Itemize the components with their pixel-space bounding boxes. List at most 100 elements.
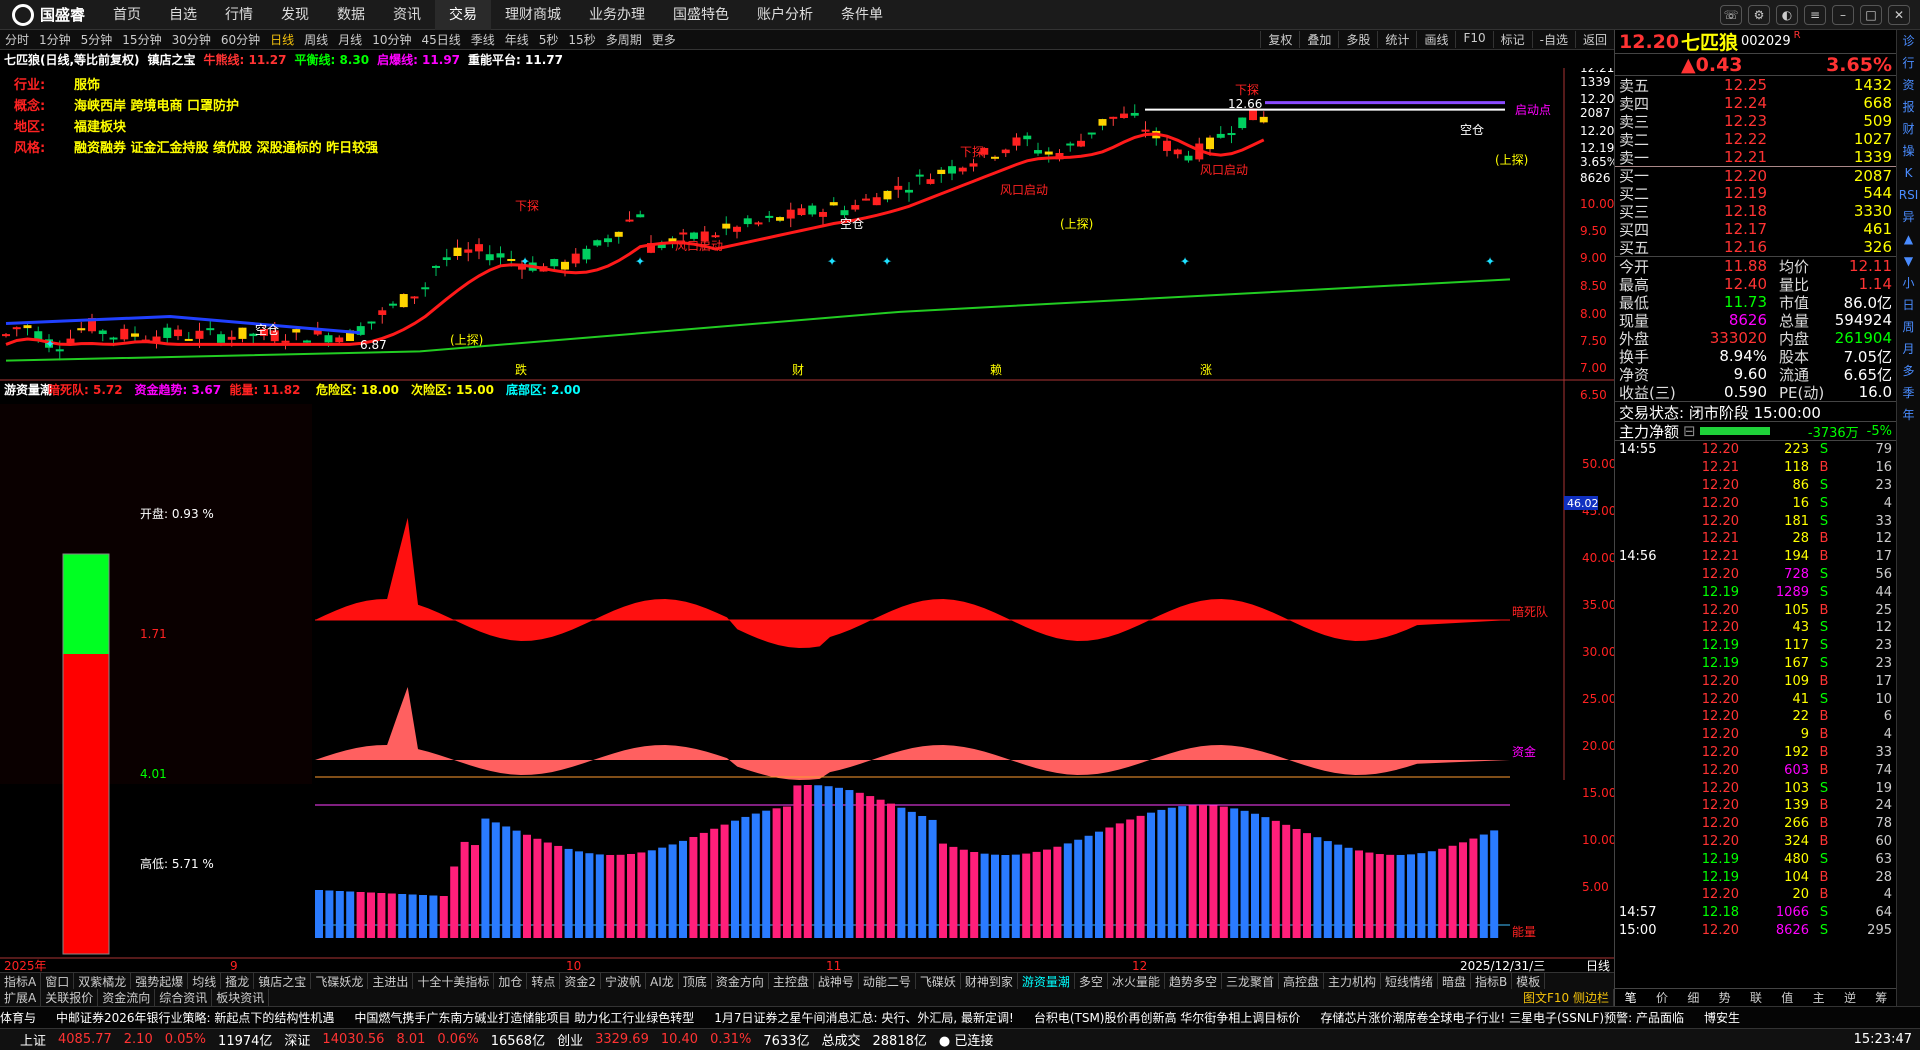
skin-icon[interactable]: ◐ xyxy=(1776,4,1798,25)
period-tab[interactable]: 多周期 xyxy=(601,31,647,48)
kline-chart[interactable]: 下探下探下探12.666.87 (上探)(上探)(上探)空仓空仓空仓风口启动风口启… xyxy=(0,68,1614,972)
quote-side-tab[interactable]: 主 xyxy=(1803,989,1834,1005)
indicator-tab[interactable]: 顶底 xyxy=(679,973,712,989)
quote-side-tab[interactable]: 值 xyxy=(1772,989,1803,1005)
indicator-tab[interactable]: 强势起爆 xyxy=(131,973,189,989)
period-tab[interactable]: 分时 xyxy=(0,31,34,48)
indicator-tab[interactable]: 转点 xyxy=(527,973,561,989)
chart-toolbar-button[interactable]: 多股 xyxy=(1338,31,1377,48)
indicator-tab[interactable]: 加仓 xyxy=(494,973,528,989)
quote-side-tab[interactable]: 逆 xyxy=(1834,989,1865,1005)
message-icon[interactable]: ☏ xyxy=(1720,4,1742,25)
minimize-icon[interactable]: – xyxy=(1832,4,1854,25)
sidebar-button[interactable]: ▲ xyxy=(1897,228,1920,250)
indicator-tab[interactable]: 资金方向 xyxy=(712,973,769,989)
extension-tab[interactable]: 关联报价 xyxy=(41,989,99,1006)
sz-index-label[interactable]: 深证 xyxy=(284,1030,310,1049)
indicator-tab[interactable]: 宁波帆 xyxy=(601,973,647,989)
sidebar-button[interactable]: 周 xyxy=(1897,316,1920,338)
indicator-tab[interactable]: 游资量潮 xyxy=(1018,973,1075,989)
sidebar-button[interactable]: 多 xyxy=(1897,360,1920,382)
nav-item[interactable]: 发现 xyxy=(267,0,323,30)
sidebar-button[interactable]: 季 xyxy=(1897,382,1920,404)
orderbook-row[interactable]: 买三 12.18 3330 xyxy=(1615,202,1896,221)
indicator-tab[interactable]: AI龙 xyxy=(646,973,679,989)
extension-tab[interactable]: 综合资讯 xyxy=(155,989,213,1006)
period-tab[interactable]: 45日线 xyxy=(416,31,465,48)
sidebar-button[interactable]: 报 xyxy=(1897,96,1920,118)
main-flow-toggle-icon[interactable]: ⊟ xyxy=(1683,422,1696,440)
extension-tab[interactable]: 扩展A xyxy=(0,989,42,1006)
indicator-tab[interactable]: 动能二号 xyxy=(859,973,916,989)
period-tab[interactable]: 月线 xyxy=(333,31,367,48)
nav-item[interactable]: 自选 xyxy=(155,0,211,30)
indicator-tab[interactable]: 均线 xyxy=(188,973,222,989)
period-tab[interactable]: 5秒 xyxy=(534,31,564,48)
nav-item[interactable]: 行情 xyxy=(211,0,267,30)
indicator-tab[interactable]: 主力机构 xyxy=(1324,973,1382,989)
chart-toolbar-button[interactable]: -自选 xyxy=(1531,31,1575,48)
indicator-tab[interactable]: 财神到家 xyxy=(961,973,1018,989)
indicator-tab[interactable]: 搔龙 xyxy=(221,973,255,989)
indicator-tab[interactable]: 窗口 xyxy=(41,973,75,989)
indicator-tab[interactable]: 主控盘 xyxy=(769,973,814,989)
indicator-tab[interactable]: 镇店之宝 xyxy=(254,973,312,989)
chart-toolbar-button[interactable]: 标记 xyxy=(1492,31,1532,48)
orderbook-row[interactable]: 卖二 12.22 1027 xyxy=(1615,130,1896,149)
period-tab[interactable]: 30分钟 xyxy=(167,31,216,48)
news-item[interactable]: 体育与 xyxy=(0,1009,36,1026)
sidebar-button[interactable]: 月 xyxy=(1897,338,1920,360)
indicator-tab[interactable]: 指标B xyxy=(1471,973,1513,989)
period-tab[interactable]: 15秒 xyxy=(563,31,600,48)
sidebar-button[interactable]: 日 xyxy=(1897,294,1920,316)
nav-item[interactable]: 国盛特色 xyxy=(659,0,743,30)
sh-index-label[interactable]: 上证 xyxy=(20,1030,46,1049)
indicator-tab[interactable]: 战神号 xyxy=(814,973,859,989)
sidebar-button[interactable]: K xyxy=(1897,162,1920,184)
nav-item[interactable]: 交易 xyxy=(435,0,492,30)
period-tab[interactable]: 年线 xyxy=(500,31,534,48)
period-tab[interactable]: 日线 xyxy=(265,31,299,48)
sidebar-button[interactable]: 资 xyxy=(1897,74,1920,96)
period-tab[interactable]: 1分钟 xyxy=(34,31,76,48)
sidebar-button[interactable]: RSI xyxy=(1897,184,1920,206)
period-tab[interactable]: 季线 xyxy=(466,31,500,48)
nav-item[interactable]: 资讯 xyxy=(379,0,435,30)
indicator-tab[interactable]: 冰火量能 xyxy=(1108,973,1165,989)
news-item[interactable]: 存储芯片涨价潮席卷全球电子行业! 三星电子(SSNLF)预警: 产品面临 xyxy=(1320,1009,1684,1026)
period-tab[interactable]: 更多 xyxy=(647,31,681,48)
nav-item[interactable]: 条件单 xyxy=(827,0,897,30)
sidebar-button[interactable]: 年 xyxy=(1897,404,1920,426)
chart-toolbar-button[interactable]: 返回 xyxy=(1574,31,1614,48)
nav-item[interactable]: 首页 xyxy=(99,0,155,30)
orderbook-row[interactable]: 买四 12.17 461 xyxy=(1615,220,1896,239)
sidebar-button[interactable]: 操 xyxy=(1897,140,1920,162)
orderbook-row[interactable]: 买五 12.16 326 xyxy=(1615,238,1896,257)
extension-tab[interactable]: 板块资讯 xyxy=(212,989,270,1006)
nav-item[interactable]: 账户分析 xyxy=(743,0,827,30)
indicator-tab[interactable]: 趋势多空 xyxy=(1165,973,1222,989)
indicator-tab[interactable]: 指标A xyxy=(0,973,42,989)
orderbook-row[interactable]: 卖四 12.24 668 xyxy=(1615,94,1896,113)
news-item[interactable]: 1月7日证券之星午间消息汇总: 央行、外汇局, 最新定调! xyxy=(714,1009,1014,1026)
indicator-tab[interactable]: 十全十美指标 xyxy=(413,973,495,989)
chart-toolbar-button[interactable]: 统计 xyxy=(1377,31,1416,48)
menu-icon[interactable]: ≡ xyxy=(1804,4,1826,25)
indicator-tab[interactable]: 三龙聚首 xyxy=(1222,973,1279,989)
chart-toolbar-button[interactable]: 复权 xyxy=(1260,31,1299,48)
sidebar-toggle[interactable]: 图文F10 侧边栏 xyxy=(1519,989,1614,1006)
chart-toolbar-button[interactable]: 叠加 xyxy=(1299,31,1338,48)
orderbook-row[interactable]: 买一 12.20 2087 xyxy=(1615,166,1896,185)
app-logo[interactable]: 国盛睿 xyxy=(0,3,99,26)
extension-tab[interactable]: 资金流向 xyxy=(98,989,156,1006)
orderbook-row[interactable]: 买二 12.19 544 xyxy=(1615,184,1896,203)
indicator-tab[interactable]: 暗盘 xyxy=(1438,973,1472,989)
chart-toolbar-button[interactable]: F10 xyxy=(1455,31,1492,48)
orderbook-row[interactable]: 卖三 12.23 509 xyxy=(1615,112,1896,131)
chart-indicator-name[interactable]: 镇店之宝 xyxy=(148,51,196,68)
period-tab[interactable]: 60分钟 xyxy=(216,31,265,48)
indicator-tab[interactable]: 资金2 xyxy=(560,973,602,989)
sidebar-button[interactable]: ▼ xyxy=(1897,250,1920,272)
sidebar-button[interactable]: 诊 xyxy=(1897,30,1920,52)
nav-item[interactable]: 理财商城 xyxy=(491,0,575,30)
